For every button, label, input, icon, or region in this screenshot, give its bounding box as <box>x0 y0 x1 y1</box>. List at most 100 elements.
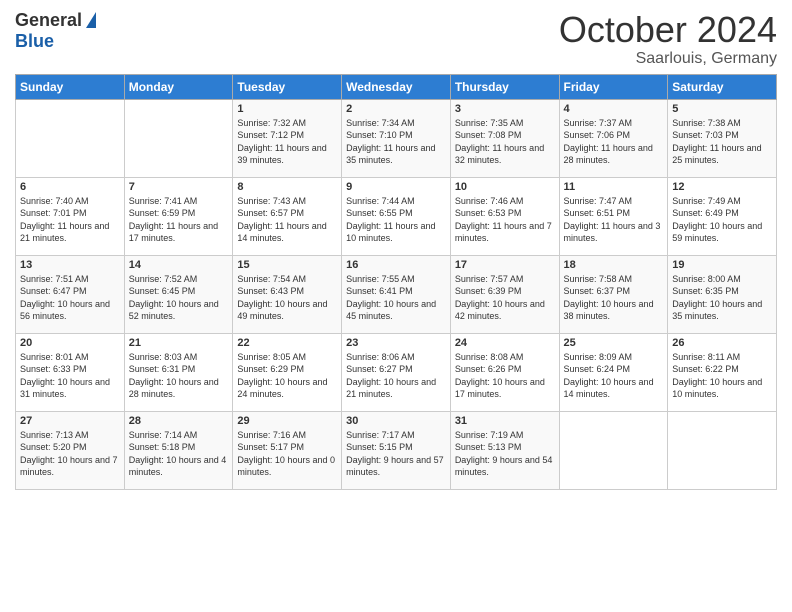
day-number: 14 <box>129 259 229 271</box>
day-info: Sunrise: 7:52 AM Sunset: 6:45 PM Dayligh… <box>129 273 229 323</box>
day-info: Sunrise: 8:01 AM Sunset: 6:33 PM Dayligh… <box>20 351 120 401</box>
cell-w5-d3: 29 Sunrise: 7:16 AM Sunset: 5:17 PM Dayli… <box>233 411 342 489</box>
day-number: 9 <box>346 181 446 193</box>
day-info: Sunrise: 8:06 AM Sunset: 6:27 PM Dayligh… <box>346 351 446 401</box>
day-number: 18 <box>564 259 664 271</box>
week-row-4: 20 Sunrise: 8:01 AM Sunset: 6:33 PM Dayli… <box>16 333 777 411</box>
cell-w5-d7 <box>668 411 777 489</box>
col-tuesday: Tuesday <box>233 74 342 99</box>
day-number: 10 <box>455 181 555 193</box>
week-row-3: 13 Sunrise: 7:51 AM Sunset: 6:47 PM Dayli… <box>16 255 777 333</box>
day-number: 21 <box>129 337 229 349</box>
day-number: 25 <box>564 337 664 349</box>
cell-w3-d3: 15 Sunrise: 7:54 AM Sunset: 6:43 PM Dayli… <box>233 255 342 333</box>
cell-w2-d2: 7 Sunrise: 7:41 AM Sunset: 6:59 PM Daylig… <box>124 177 233 255</box>
cell-w5-d5: 31Sunrise: 7:19 AM Sunset: 5:13 PM Dayli… <box>450 411 559 489</box>
cell-w4-d5: 24 Sunrise: 8:08 AM Sunset: 6:26 PM Dayli… <box>450 333 559 411</box>
day-number: 22 <box>237 337 337 349</box>
day-number: 30 <box>346 415 446 427</box>
cell-w1-d4: 2Sunrise: 7:34 AM Sunset: 7:10 PM Daylig… <box>342 99 451 177</box>
cell-w2-d6: 11Sunrise: 7:47 AM Sunset: 6:51 PM Dayli… <box>559 177 668 255</box>
logo: General Blue <box>15 10 96 52</box>
cell-w3-d6: 18 Sunrise: 7:58 AM Sunset: 6:37 PM Dayli… <box>559 255 668 333</box>
day-info: Sunrise: 8:11 AM Sunset: 6:22 PM Dayligh… <box>672 351 772 401</box>
day-number: 6 <box>20 181 120 193</box>
day-info: Sunrise: 8:03 AM Sunset: 6:31 PM Dayligh… <box>129 351 229 401</box>
day-info: Sunrise: 7:43 AM Sunset: 6:57 PM Dayligh… <box>237 195 337 245</box>
day-info: Sunrise: 7:41 AM Sunset: 6:59 PM Dayligh… <box>129 195 229 245</box>
day-number: 11 <box>564 181 664 193</box>
col-wednesday: Wednesday <box>342 74 451 99</box>
cell-w2-d1: 6 Sunrise: 7:40 AM Sunset: 7:01 PM Daylig… <box>16 177 125 255</box>
week-row-1: 1 Sunrise: 7:32 AM Sunset: 7:12 PM Daylig… <box>16 99 777 177</box>
logo-blue-text: Blue <box>15 31 54 52</box>
cell-w1-d5: 3 Sunrise: 7:35 AM Sunset: 7:08 PM Daylig… <box>450 99 559 177</box>
day-info: Sunrise: 7:35 AM Sunset: 7:08 PM Dayligh… <box>455 117 555 167</box>
day-number: 15 <box>237 259 337 271</box>
cell-w4-d1: 20 Sunrise: 8:01 AM Sunset: 6:33 PM Dayli… <box>16 333 125 411</box>
cell-w3-d5: 17 Sunrise: 7:57 AM Sunset: 6:39 PM Dayli… <box>450 255 559 333</box>
col-friday: Friday <box>559 74 668 99</box>
col-saturday: Saturday <box>668 74 777 99</box>
day-number: 27 <box>20 415 120 427</box>
day-number: 31 <box>455 415 555 427</box>
cell-w2-d5: 10Sunrise: 7:46 AM Sunset: 6:53 PM Dayli… <box>450 177 559 255</box>
day-number: 2 <box>346 103 446 115</box>
calendar-header-row: Sunday Monday Tuesday Wednesday Thursday… <box>16 74 777 99</box>
cell-w3-d4: 16 Sunrise: 7:55 AM Sunset: 6:41 PM Dayli… <box>342 255 451 333</box>
location: Saarlouis, Germany <box>559 50 777 68</box>
day-number: 16 <box>346 259 446 271</box>
cell-w5-d2: 28Sunrise: 7:14 AM Sunset: 5:18 PM Dayli… <box>124 411 233 489</box>
day-info: Sunrise: 7:57 AM Sunset: 6:39 PM Dayligh… <box>455 273 555 323</box>
day-number: 1 <box>237 103 337 115</box>
day-info: Sunrise: 8:08 AM Sunset: 6:26 PM Dayligh… <box>455 351 555 401</box>
cell-w1-d3: 1 Sunrise: 7:32 AM Sunset: 7:12 PM Daylig… <box>233 99 342 177</box>
page-container: General Blue October 2024 Saarlouis, Ger… <box>0 0 792 500</box>
day-number: 3 <box>455 103 555 115</box>
cell-w4-d3: 22 Sunrise: 8:05 AM Sunset: 6:29 PM Dayli… <box>233 333 342 411</box>
day-info: Sunrise: 7:58 AM Sunset: 6:37 PM Dayligh… <box>564 273 664 323</box>
day-info: Sunrise: 7:37 AM Sunset: 7:06 PM Dayligh… <box>564 117 664 167</box>
day-info: Sunrise: 8:00 AM Sunset: 6:35 PM Dayligh… <box>672 273 772 323</box>
cell-w1-d2 <box>124 99 233 177</box>
cell-w4-d2: 21 Sunrise: 8:03 AM Sunset: 6:31 PM Dayli… <box>124 333 233 411</box>
cell-w2-d4: 9 Sunrise: 7:44 AM Sunset: 6:55 PM Daylig… <box>342 177 451 255</box>
title-section: October 2024 Saarlouis, Germany <box>559 10 777 68</box>
cell-w5-d4: 30 Sunrise: 7:17 AM Sunset: 5:15 PM Dayli… <box>342 411 451 489</box>
day-info: Sunrise: 7:54 AM Sunset: 6:43 PM Dayligh… <box>237 273 337 323</box>
logo-triangle-icon <box>86 12 96 28</box>
day-number: 13 <box>20 259 120 271</box>
day-number: 7 <box>129 181 229 193</box>
day-number: 26 <box>672 337 772 349</box>
cell-w2-d7: 12Sunrise: 7:49 AM Sunset: 6:49 PM Dayli… <box>668 177 777 255</box>
day-info: Sunrise: 7:55 AM Sunset: 6:41 PM Dayligh… <box>346 273 446 323</box>
day-info: Sunrise: 7:51 AM Sunset: 6:47 PM Dayligh… <box>20 273 120 323</box>
col-monday: Monday <box>124 74 233 99</box>
day-info: Sunrise: 8:09 AM Sunset: 6:24 PM Dayligh… <box>564 351 664 401</box>
cell-w4-d6: 25 Sunrise: 8:09 AM Sunset: 6:24 PM Dayli… <box>559 333 668 411</box>
day-info: Sunrise: 7:17 AM Sunset: 5:15 PM Dayligh… <box>346 429 446 479</box>
header: General Blue October 2024 Saarlouis, Ger… <box>15 10 777 68</box>
calendar-table: Sunday Monday Tuesday Wednesday Thursday… <box>15 74 777 490</box>
day-info: Sunrise: 7:44 AM Sunset: 6:55 PM Dayligh… <box>346 195 446 245</box>
day-number: 24 <box>455 337 555 349</box>
cell-w1-d7: 5Sunrise: 7:38 AM Sunset: 7:03 PM Daylig… <box>668 99 777 177</box>
day-info: Sunrise: 7:16 AM Sunset: 5:17 PM Dayligh… <box>237 429 337 479</box>
col-sunday: Sunday <box>16 74 125 99</box>
day-info: Sunrise: 7:13 AM Sunset: 5:20 PM Dayligh… <box>20 429 120 479</box>
day-info: Sunrise: 7:32 AM Sunset: 7:12 PM Dayligh… <box>237 117 337 167</box>
day-info: Sunrise: 7:14 AM Sunset: 5:18 PM Dayligh… <box>129 429 229 479</box>
day-number: 5 <box>672 103 772 115</box>
day-info: Sunrise: 7:40 AM Sunset: 7:01 PM Dayligh… <box>20 195 120 245</box>
day-number: 17 <box>455 259 555 271</box>
cell-w1-d1 <box>16 99 125 177</box>
cell-w1-d6: 4Sunrise: 7:37 AM Sunset: 7:06 PM Daylig… <box>559 99 668 177</box>
day-info: Sunrise: 8:05 AM Sunset: 6:29 PM Dayligh… <box>237 351 337 401</box>
cell-w5-d1: 27 Sunrise: 7:13 AM Sunset: 5:20 PM Dayli… <box>16 411 125 489</box>
cell-w3-d1: 13 Sunrise: 7:51 AM Sunset: 6:47 PM Dayli… <box>16 255 125 333</box>
day-number: 29 <box>237 415 337 427</box>
day-number: 20 <box>20 337 120 349</box>
day-number: 23 <box>346 337 446 349</box>
cell-w3-d7: 19 Sunrise: 8:00 AM Sunset: 6:35 PM Dayli… <box>668 255 777 333</box>
day-number: 19 <box>672 259 772 271</box>
